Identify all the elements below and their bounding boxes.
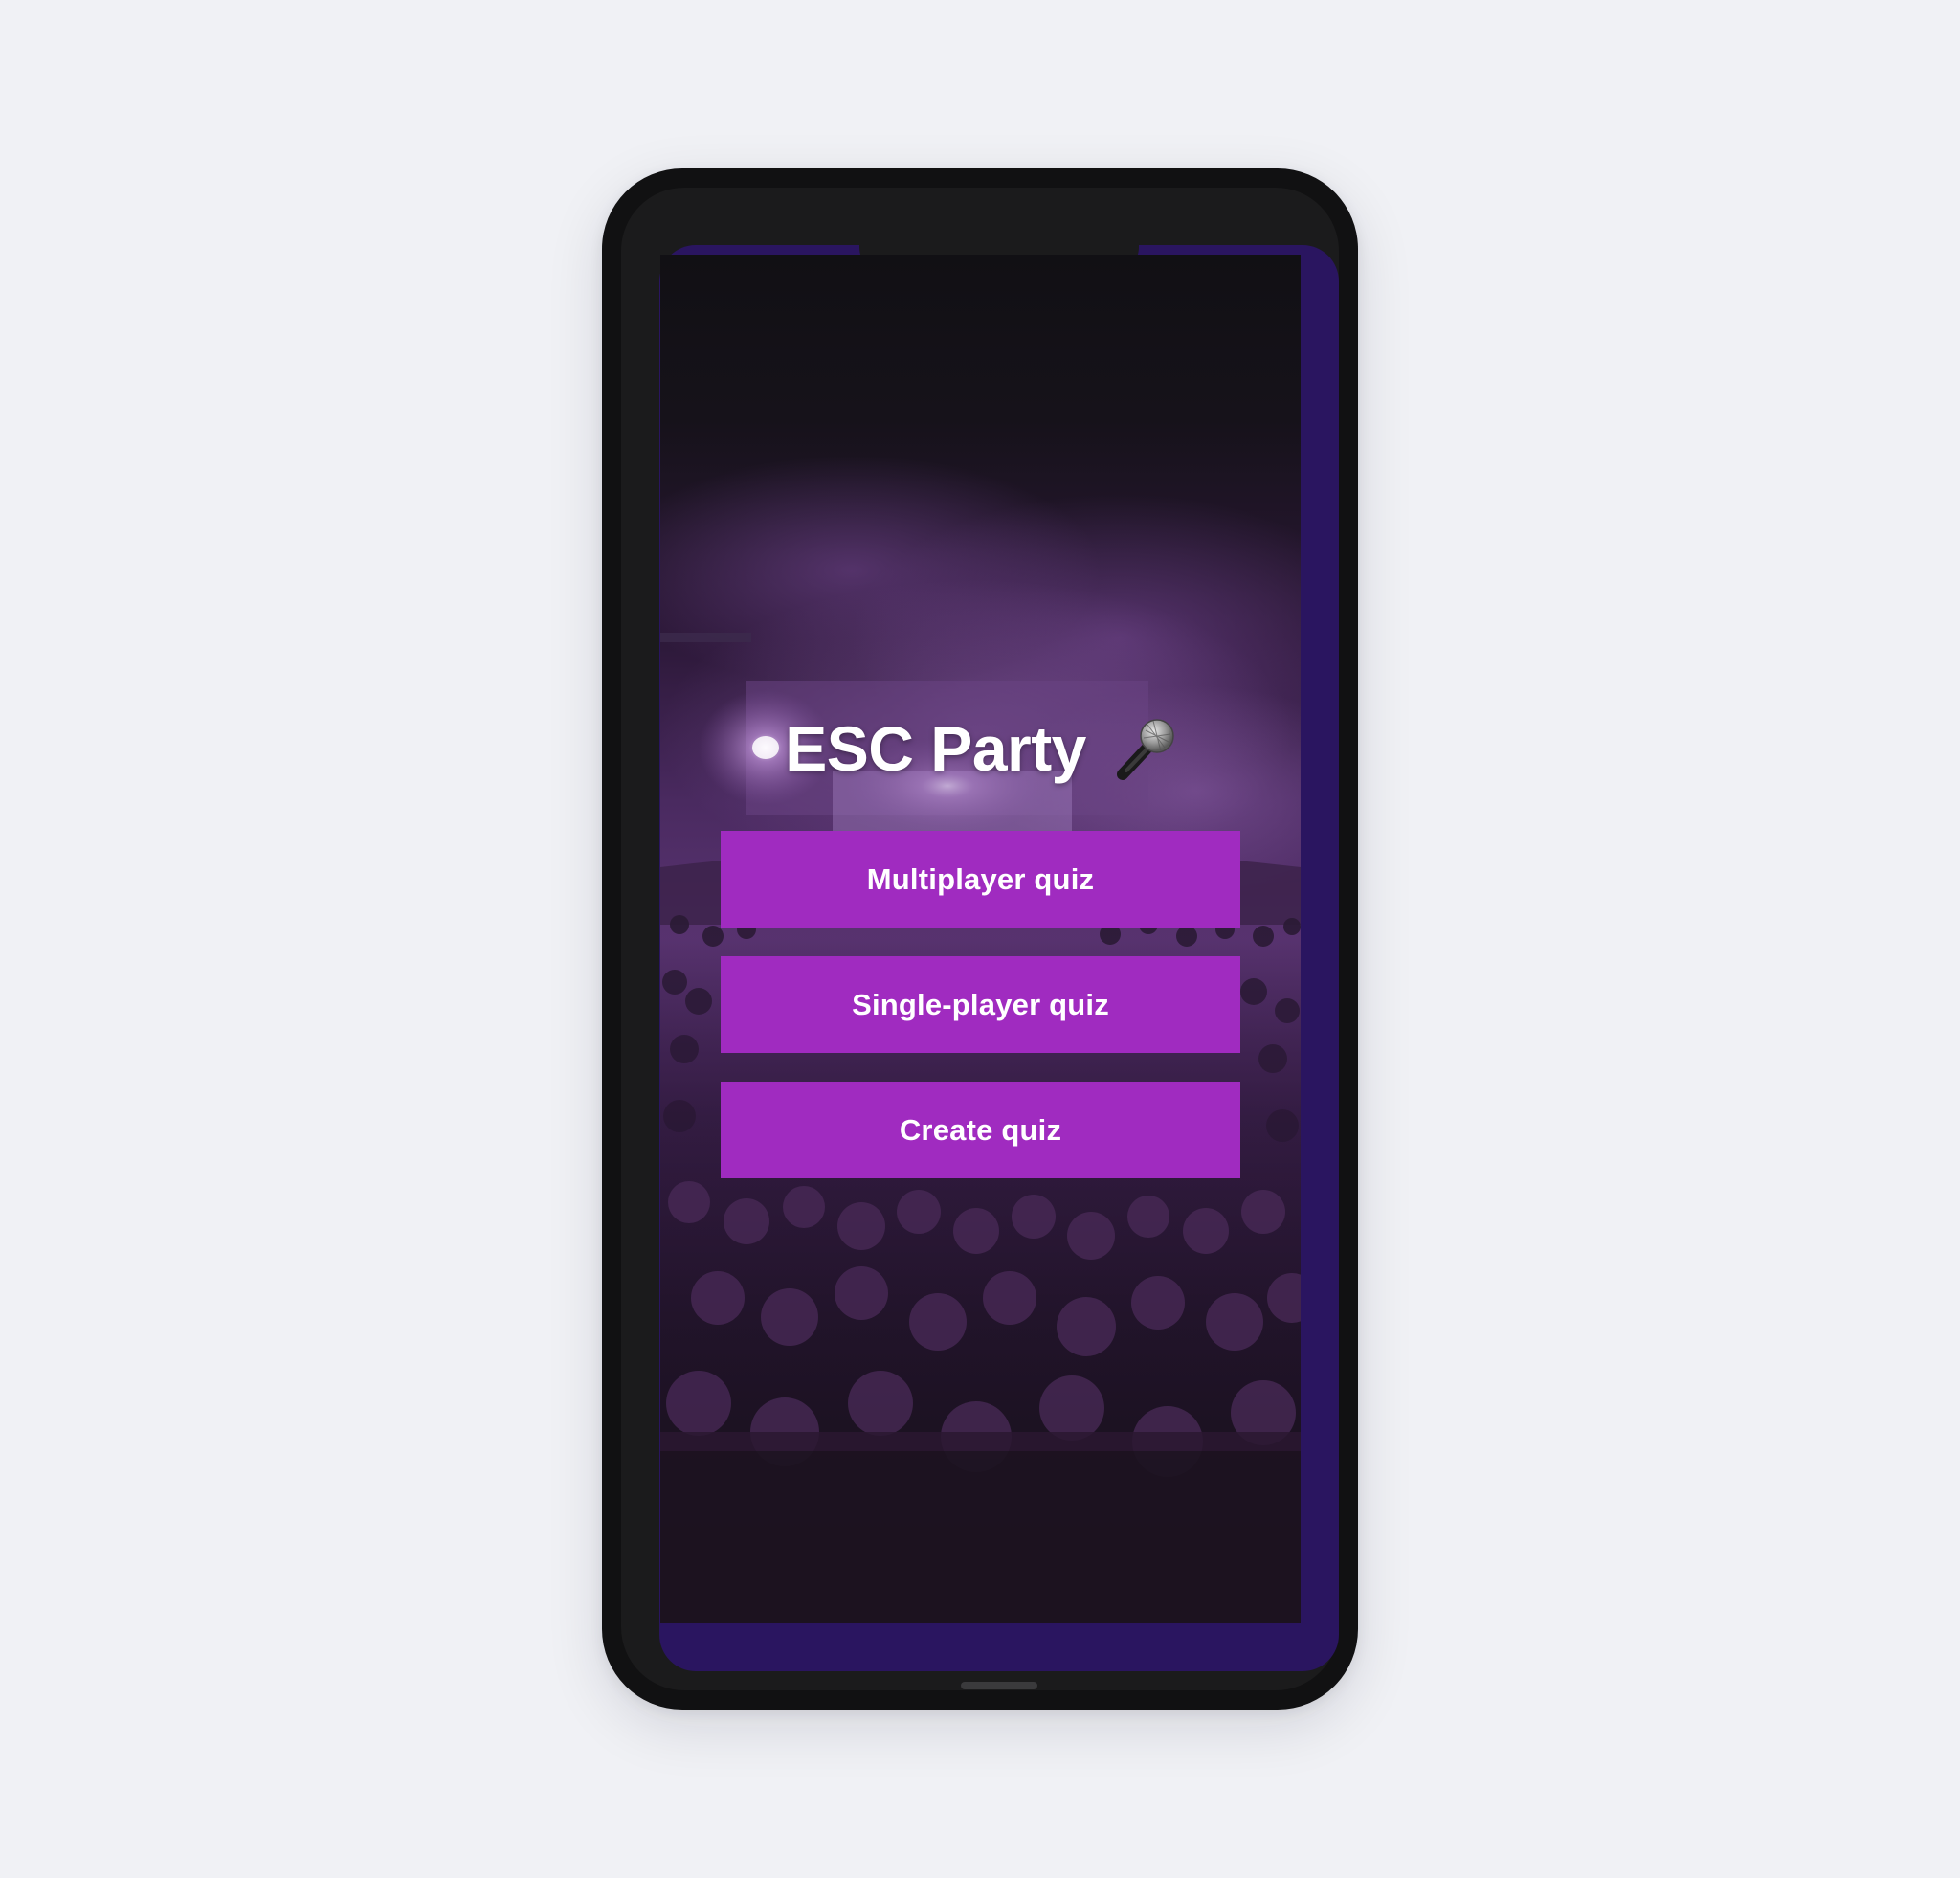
app-title: ESC Party [660,710,1301,787]
home-indicator[interactable] [961,1682,1037,1689]
app-title-text: ESC Party [785,713,1086,784]
app-screen: ESC Party Multiplayer quiz Single-player… [660,255,1301,1623]
create-quiz-button[interactable]: Create quiz [721,1082,1240,1178]
concert-background-image [660,255,1301,1623]
microphone-icon [1115,717,1176,780]
multiplayer-quiz-button[interactable]: Multiplayer quiz [721,831,1240,928]
single-player-quiz-button[interactable]: Single-player quiz [721,956,1240,1053]
